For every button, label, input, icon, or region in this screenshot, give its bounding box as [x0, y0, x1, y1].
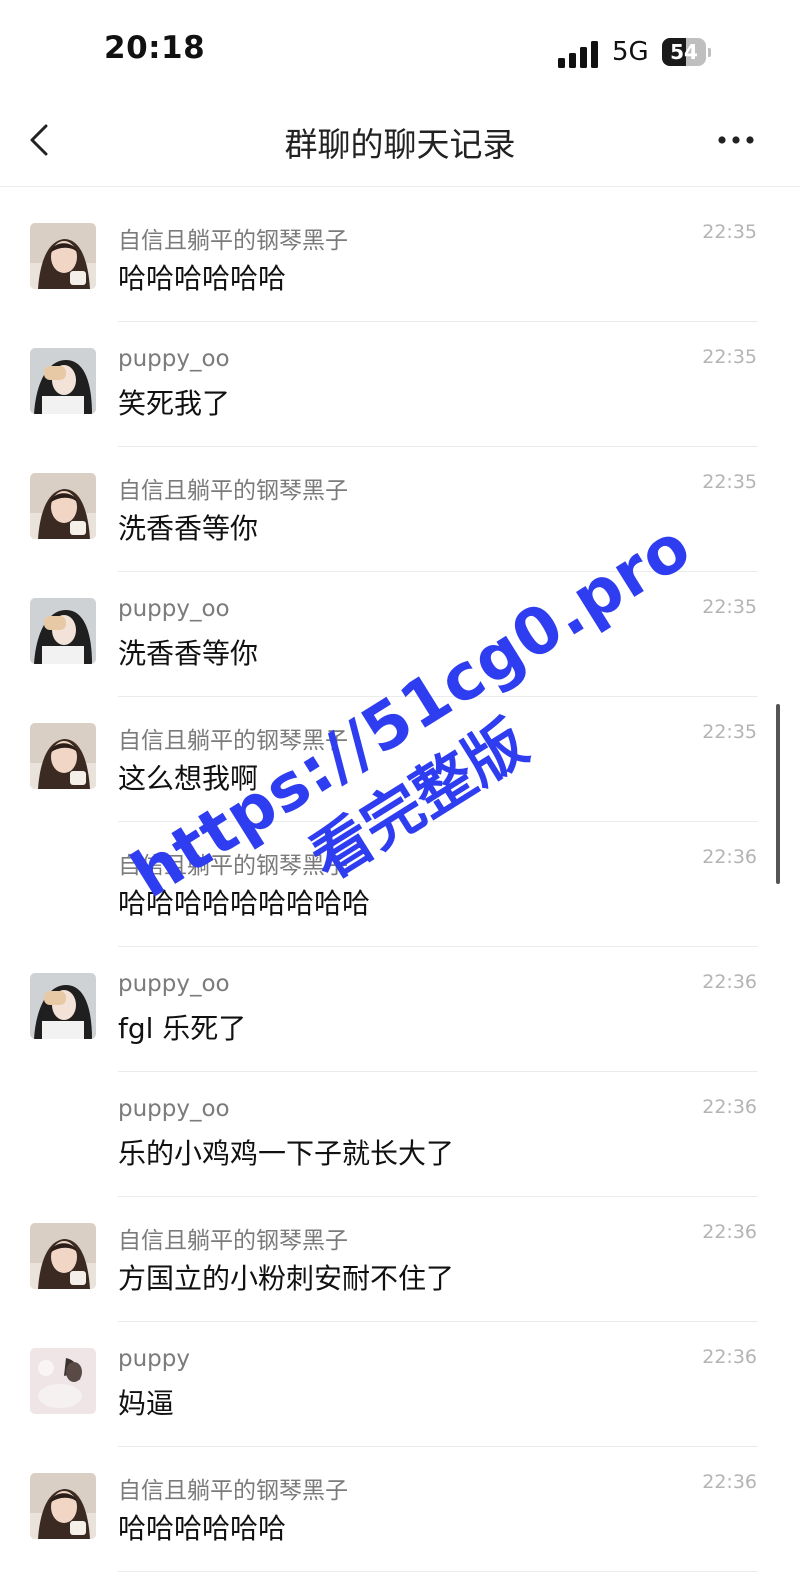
sender-name: puppy [118, 1346, 190, 1372]
message-text: 笑死我了 [118, 387, 231, 420]
message-text: 妈逼 [118, 1387, 175, 1420]
message-time: 22:36 [702, 1221, 757, 1243]
message-row[interactable]: 自信且躺平的钢琴黑子 22:35 洗香香等你 [0, 447, 800, 572]
message-time: 22:36 [702, 846, 757, 868]
message-time: 22:35 [702, 471, 757, 493]
message-row[interactable]: 自信且躺平的钢琴黑子 22:36 哈哈哈哈哈哈哈哈哈 [0, 822, 800, 947]
message-text: 乐的小鸡鸡一下子就长大了 [118, 1137, 455, 1170]
chat-history-screen: 20:18 5G 54 群聊的聊天记录 自信且躺平的钢琴黑子 22:35 哈哈哈… [0, 0, 800, 1593]
message-row[interactable]: puppy_oo 22:36 乐的小鸡鸡一下子就长大了 [0, 1072, 800, 1197]
sender-name: puppy_oo [118, 1096, 230, 1122]
avatar[interactable] [30, 348, 96, 414]
nav-bar: 群聊的聊天记录 [0, 96, 800, 187]
network-type: 5G [612, 37, 649, 67]
sender-name: 自信且躺平的钢琴黑子 [118, 1228, 348, 1254]
avatar[interactable] [30, 1473, 96, 1539]
message-time: 22:35 [702, 596, 757, 618]
ellipsis-icon [718, 136, 754, 144]
more-button[interactable] [712, 124, 760, 156]
message-row[interactable]: puppy_oo 22:35 洗香香等你 [0, 572, 800, 697]
message-text: 哈哈哈哈哈哈 [118, 1512, 287, 1545]
divider [118, 1571, 758, 1572]
sender-name: 自信且躺平的钢琴黑子 [118, 853, 348, 879]
avatar[interactable] [30, 1223, 96, 1289]
message-text: 哈哈哈哈哈哈 [118, 262, 287, 295]
message-list[interactable]: 自信且躺平的钢琴黑子 22:35 哈哈哈哈哈哈 puppy_oo 22:35 笑死我了 自信… [0, 197, 800, 1572]
message-text: fgl 乐死了 [118, 1012, 247, 1045]
message-time: 22:36 [702, 1096, 757, 1118]
cellular-signal-icon [558, 40, 600, 68]
status-time: 20:18 [104, 30, 206, 66]
message-time: 22:36 [702, 971, 757, 993]
message-text: 哈哈哈哈哈哈哈哈哈 [118, 887, 371, 920]
avatar[interactable] [30, 473, 96, 539]
message-row[interactable]: 自信且躺平的钢琴黑子 22:35 这么想我啊 [0, 697, 800, 822]
message-row[interactable]: 自信且躺平的钢琴黑子 22:36 哈哈哈哈哈哈 [0, 1447, 800, 1572]
battery-icon: 54 [662, 38, 712, 66]
page-title: 群聊的聊天记录 [284, 125, 516, 164]
sender-name: puppy_oo [118, 971, 230, 997]
avatar[interactable] [30, 723, 96, 789]
sender-name: 自信且躺平的钢琴黑子 [118, 478, 348, 504]
message-time: 22:35 [702, 721, 757, 743]
status-bar: 20:18 5G 54 [0, 0, 800, 96]
message-time: 22:35 [702, 346, 757, 368]
message-time: 22:36 [702, 1471, 757, 1493]
sender-name: 自信且躺平的钢琴黑子 [118, 728, 348, 754]
scrollbar[interactable] [776, 704, 780, 884]
message-row[interactable]: puppy_oo 22:35 笑死我了 [0, 322, 800, 447]
message-text: 洗香香等你 [118, 637, 259, 670]
message-row[interactable]: 自信且躺平的钢琴黑子 22:35 哈哈哈哈哈哈 [0, 197, 800, 322]
avatar[interactable] [30, 1348, 96, 1414]
message-text: 这么想我啊 [118, 762, 259, 795]
avatar[interactable] [30, 223, 96, 289]
sender-name: 自信且躺平的钢琴黑子 [118, 228, 348, 254]
sender-name: puppy_oo [118, 346, 230, 372]
message-time: 22:35 [702, 221, 757, 243]
avatar[interactable] [30, 598, 96, 664]
sender-name: puppy_oo [118, 596, 230, 622]
message-text: 方国立的小粉刺安耐不住了 [118, 1262, 455, 1295]
message-row[interactable]: puppy_oo 22:36 fgl 乐死了 [0, 947, 800, 1072]
message-time: 22:36 [702, 1346, 757, 1368]
sender-name: 自信且躺平的钢琴黑子 [118, 1478, 348, 1504]
message-row[interactable]: puppy 22:36 妈逼 [0, 1322, 800, 1447]
message-text: 洗香香等你 [118, 512, 259, 545]
message-row[interactable]: 自信且躺平的钢琴黑子 22:36 方国立的小粉刺安耐不住了 [0, 1197, 800, 1322]
avatar[interactable] [30, 973, 96, 1039]
battery-level: 54 [670, 40, 698, 64]
